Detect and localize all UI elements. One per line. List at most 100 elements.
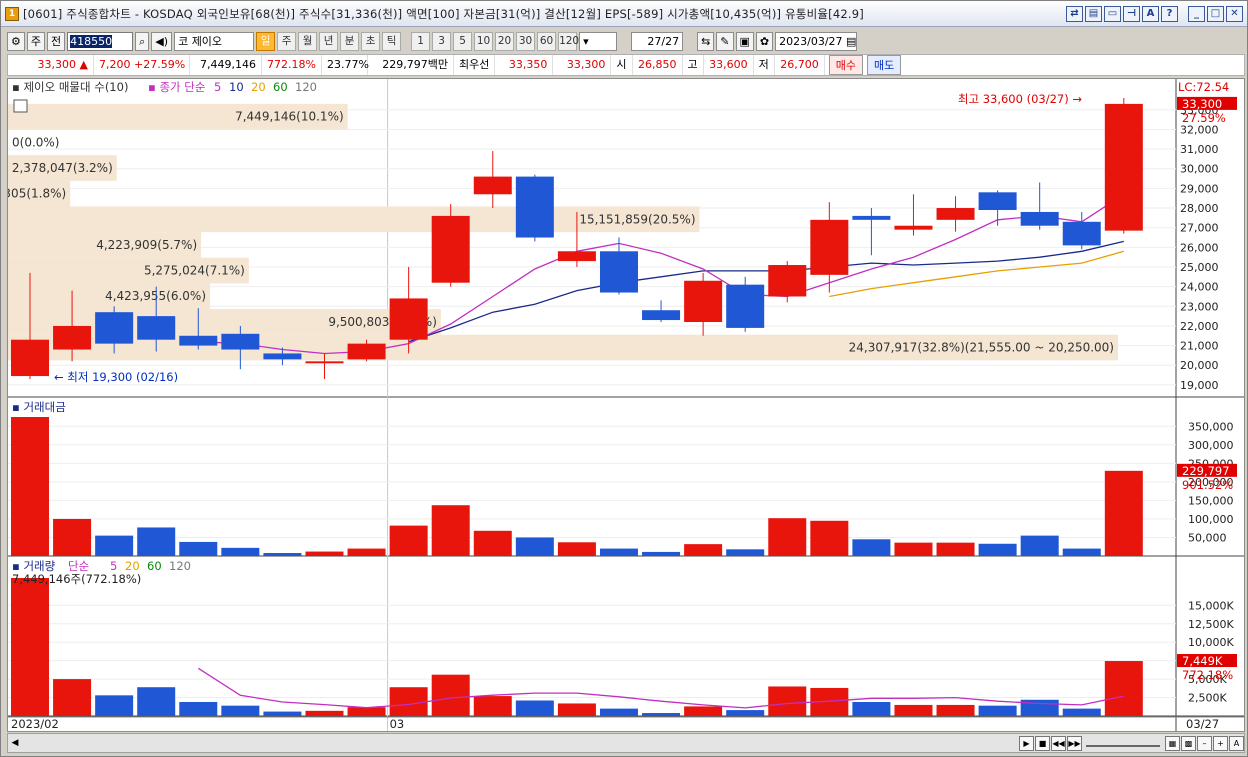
- ticker-turnover: 23.77%: [322, 55, 369, 75]
- pin-icon[interactable]: ⊣: [1123, 6, 1140, 22]
- amount-bar: [389, 525, 428, 556]
- period-year[interactable]: 년: [319, 31, 339, 51]
- interval-3[interactable]: 3: [432, 31, 452, 51]
- ticker-low-label: 저: [754, 55, 775, 75]
- amount-tag-pct: 901.52%: [1182, 478, 1233, 492]
- interval-60[interactable]: 60: [537, 31, 557, 51]
- link-icon[interactable]: ⇄: [1066, 6, 1083, 22]
- zoom-in-icon[interactable]: +: [1213, 735, 1228, 751]
- help-icon[interactable]: ?: [1161, 6, 1178, 22]
- ma-legend-period: 60: [273, 80, 288, 94]
- search-icon[interactable]: ⌕: [135, 31, 150, 51]
- period-second[interactable]: 초: [361, 31, 381, 51]
- volume-bar: [347, 707, 386, 716]
- volume-first-label: 7,449,146주(772.18%): [12, 572, 141, 586]
- zoom-out-icon[interactable]: –: [1197, 735, 1212, 751]
- date-field[interactable]: 2023/03/27 ▤: [775, 31, 858, 51]
- volume-bar: [263, 711, 302, 716]
- volume-bar: [726, 710, 765, 716]
- candle-body: [936, 208, 975, 220]
- price-tick-label: 30,000: [1180, 163, 1219, 176]
- ticker-low: 26,700: [775, 55, 825, 75]
- interval-30[interactable]: 30: [516, 31, 536, 51]
- amount-bar: [137, 527, 176, 556]
- volume-profile-label: 2,378,047(3.2%): [12, 161, 113, 175]
- volume-bar: [221, 705, 260, 716]
- monitor-icon[interactable]: ▭: [1104, 6, 1121, 22]
- gear-icon[interactable]: ✿: [755, 31, 774, 51]
- title-bar-buttons: ⇄ ▤ ▭ ⊣ A ? _ □ ✕: [1066, 6, 1243, 22]
- candle-body: [557, 251, 596, 262]
- sell-button[interactable]: 매도: [867, 55, 902, 75]
- candle-body: [515, 176, 554, 238]
- stock-code-input[interactable]: 418550: [67, 31, 134, 51]
- grid-icon[interactable]: ▩: [1181, 735, 1196, 751]
- type-select[interactable]: 주: [26, 31, 45, 51]
- interval-5[interactable]: 5: [453, 31, 473, 51]
- settings-icon[interactable]: ⚙: [7, 31, 25, 51]
- period-week[interactable]: 주: [277, 31, 297, 51]
- chart-window: 1 [0601] 주식종합차트 - KOSDAQ 외국인보유[68(천)] 주식…: [0, 0, 1248, 757]
- date-label-mid: 03: [390, 717, 405, 731]
- forward-icon[interactable]: ▶▶: [1067, 735, 1082, 751]
- volume-bar: [305, 710, 344, 716]
- volume-tag-pct: 772.18%: [1182, 668, 1233, 682]
- chart-canvas[interactable]: 33,00032,00031,00030,00029,00028,00027,0…: [8, 79, 1244, 731]
- scroll-icon[interactable]: ⇆: [697, 31, 715, 51]
- amount-tick-label: 50,000: [1188, 531, 1227, 544]
- candle-body: [1104, 103, 1143, 231]
- scroll-left-icon[interactable]: ◀: [8, 735, 22, 751]
- stop-icon[interactable]: ■: [1035, 735, 1050, 751]
- price-tick-label: 22,000: [1180, 320, 1219, 333]
- interval-120[interactable]: 120: [558, 31, 579, 51]
- ma20-line: [829, 250, 1124, 298]
- high-annotation: 최고 33,600 (03/27) →: [958, 92, 1082, 106]
- price-tick-label: 19,000: [1180, 379, 1219, 392]
- buy-button[interactable]: 매수: [828, 55, 863, 75]
- save-icon[interactable]: ▣: [735, 31, 754, 51]
- stock-code-value: 418550: [70, 34, 113, 48]
- period-tick[interactable]: 틱: [382, 31, 402, 51]
- candle-body: [347, 343, 386, 360]
- close-button[interactable]: ✕: [1226, 6, 1243, 22]
- prev-button[interactable]: 전: [47, 31, 66, 51]
- interval-1[interactable]: 1: [411, 31, 431, 51]
- rewind-icon[interactable]: ◀◀: [1051, 735, 1066, 751]
- market-label: 코: [178, 34, 189, 48]
- layout-icon[interactable]: ▦: [1165, 735, 1180, 751]
- font-size-icon[interactable]: A: [1229, 735, 1244, 751]
- print-icon[interactable]: ▤: [1085, 6, 1102, 22]
- candle-body: [137, 316, 176, 340]
- ticker-open-label: 시: [611, 55, 633, 75]
- ma-legend-title: ▪ 종가 단순: [148, 80, 205, 94]
- period-day[interactable]: 일: [256, 31, 276, 51]
- interval-10[interactable]: 10: [474, 31, 494, 51]
- price-ticker: 33,300 ▲ 7,200 +27.59% 7,449,146 772.18%…: [7, 54, 1245, 76]
- font-icon[interactable]: A: [1142, 6, 1159, 22]
- period-minute[interactable]: 분: [340, 31, 360, 51]
- amount-bar: [179, 541, 218, 556]
- maximize-button[interactable]: □: [1207, 6, 1224, 22]
- candle-body: [599, 251, 638, 293]
- volume-profile-label: 0(0.0%): [12, 135, 59, 149]
- amount-bar: [305, 551, 344, 556]
- period-month[interactable]: 월: [298, 31, 318, 51]
- amount-tick-label: 100,000: [1188, 513, 1234, 526]
- indicator-icon[interactable]: ✎: [716, 31, 734, 51]
- count-field[interactable]: 27/27: [631, 31, 684, 51]
- interval-custom-select[interactable]: ▾: [579, 31, 618, 51]
- play-icon[interactable]: ▶: [1019, 735, 1034, 751]
- volume-bar: [389, 687, 428, 716]
- minimize-button[interactable]: _: [1188, 6, 1205, 22]
- interval-20[interactable]: 20: [495, 31, 515, 51]
- ticker-volume-pct: 772.18%: [262, 55, 322, 75]
- volume-ma5-line: [197, 667, 1124, 709]
- candle-body: [1062, 221, 1101, 246]
- amount-bar: [642, 551, 681, 556]
- zoom-slider[interactable]: [1086, 739, 1160, 747]
- stock-name-field[interactable]: 코 제이오: [174, 31, 255, 51]
- sound-icon[interactable]: ◀): [151, 31, 173, 51]
- amount-bar: [347, 548, 386, 556]
- chart-area[interactable]: 33,000 32,000 31,000 30,000 29,000 28,000 27,0…: [7, 78, 1245, 732]
- price-tick-label: 26,000: [1180, 241, 1219, 254]
